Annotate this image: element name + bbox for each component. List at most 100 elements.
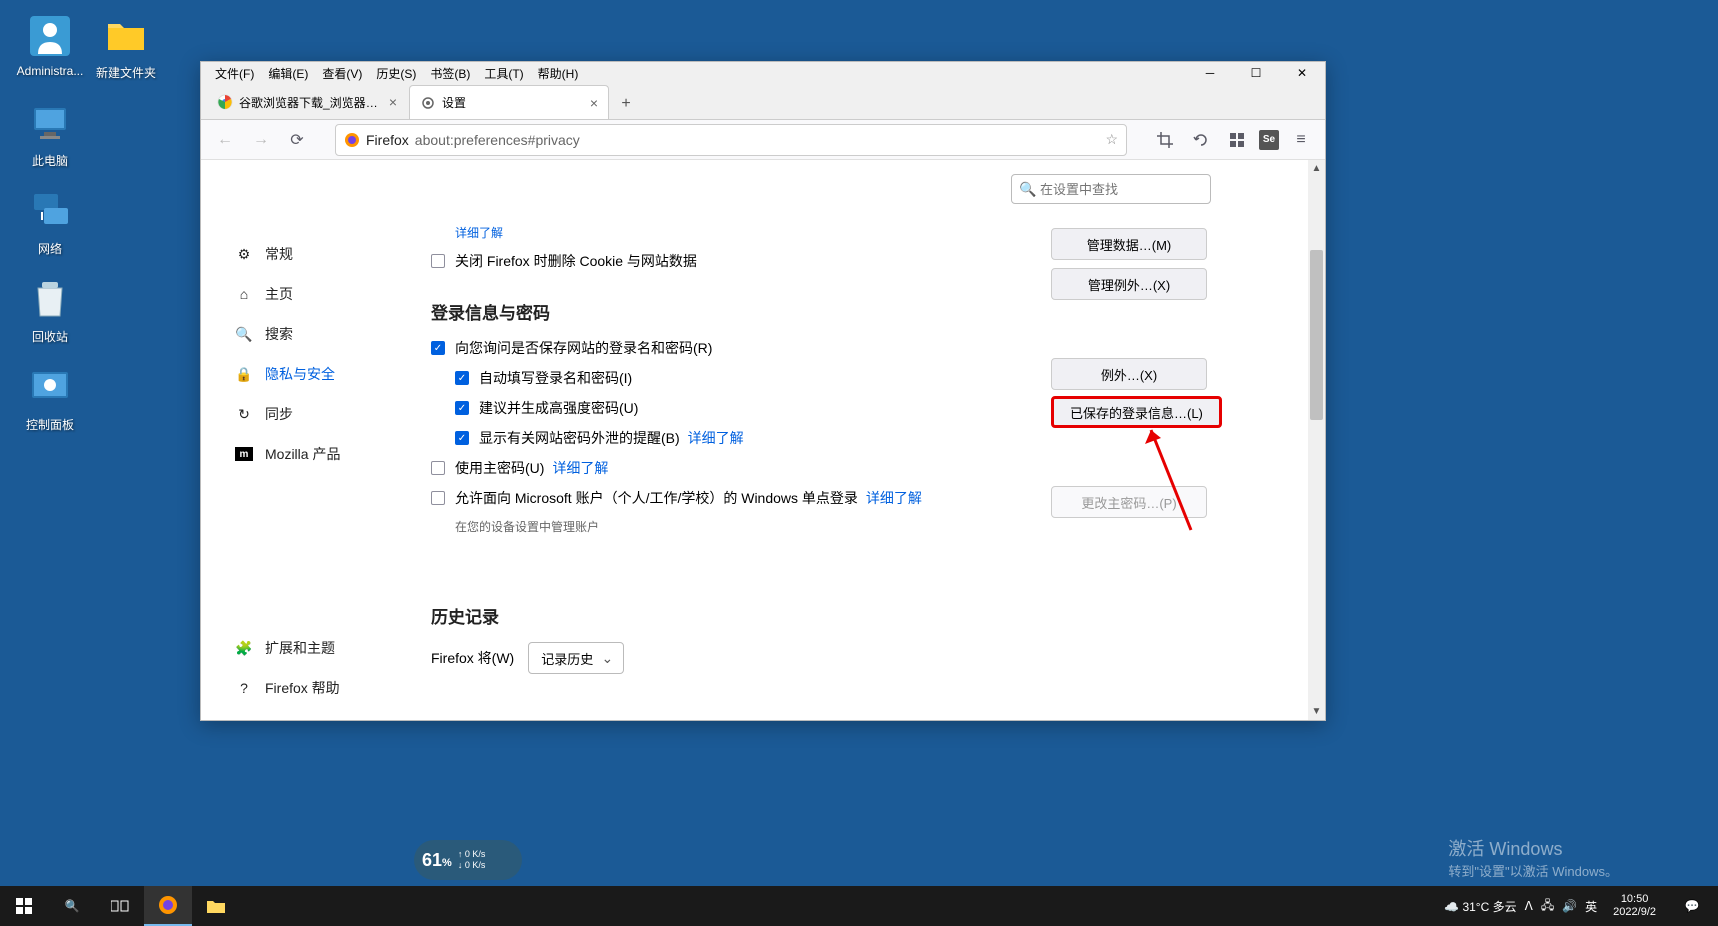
task-view-button[interactable] [96,886,144,926]
tray-network-icon[interactable]: 🖧 [1541,896,1554,917]
forward-button[interactable]: → [247,126,275,154]
checkbox-ask-save[interactable]: ✓ [431,341,445,355]
window-maximize[interactable]: ☐ [1233,62,1279,84]
mozilla-icon: m [235,447,253,461]
close-icon[interactable]: × [590,95,598,111]
firefox-window: 文件(F) 编辑(E) 查看(V) 历史(S) 书签(B) 工具(T) 帮助(H… [200,61,1326,721]
sidebar-item-home[interactable]: ⌂ 主页 [225,276,411,312]
crop-icon[interactable] [1151,126,1179,154]
settings-main: 详细了解 管理数据…(M) 关闭 Firefox 时删除 Cookie 与网站数… [411,160,1325,720]
manage-data-button[interactable]: 管理数据…(M) [1051,228,1207,260]
sso-learn-more[interactable]: 详细了解 [866,488,922,508]
windows-watermark: 激活 Windows 转到"设置"以激活 Windows。 [1448,835,1618,880]
checkbox-clear-cookies[interactable] [431,254,445,268]
checkbox-ms-sso[interactable] [431,491,445,505]
window-close[interactable]: ✕ [1279,62,1325,84]
scroll-thumb[interactable] [1310,250,1323,420]
lock-icon: 🔒 [235,365,253,383]
menu-icon[interactable]: ≡ [1287,126,1315,154]
back-button[interactable]: ← [211,126,239,154]
search-button[interactable]: 🔍 [48,886,96,926]
checkbox-master-password[interactable] [431,461,445,475]
close-icon[interactable]: × [389,94,397,110]
desktop-icon-folder[interactable]: 新建文件夹 [88,12,164,81]
grid-icon[interactable] [1223,126,1251,154]
sidebar-item-general[interactable]: ⚙ 常规 [225,236,411,272]
recycle-icon [26,276,74,324]
desktop-icon-controlpanel[interactable]: 控制面板 [12,364,88,433]
settings-sidebar: ⚙ 常规 ⌂ 主页 🔍 搜索 🔒 隐私与安全 ↻ 同步 m Mozilla 产品 [201,160,411,720]
search-icon: 🔍 [235,325,253,343]
reload-button[interactable]: ⟳ [283,126,311,154]
new-tab-button[interactable]: + [611,89,641,119]
checkbox-breach-alerts[interactable]: ✓ [455,431,469,445]
start-button[interactable] [0,886,48,926]
chrome-icon [217,94,233,110]
tab-settings[interactable]: 设置 × [409,85,609,119]
tray-chevron[interactable]: ᐱ [1525,899,1533,913]
menu-edit[interactable]: 编辑(E) [262,63,314,84]
change-master-button: 更改主密码…(P) [1051,486,1207,518]
menu-tools[interactable]: 工具(T) [478,63,529,84]
sidebar-item-help[interactable]: ? Firefox 帮助 [225,670,350,706]
history-mode-dropdown[interactable]: 记录历史 [528,642,624,674]
menu-file[interactable]: 文件(F) [209,63,260,84]
ime-indicator[interactable]: 英 [1585,898,1597,915]
clock[interactable]: 10:50 2022/9/2 [1605,893,1664,919]
toolbar: ← → ⟳ Firefox about:preferences#privacy … [201,120,1325,160]
sidebar-item-sync[interactable]: ↻ 同步 [225,396,411,432]
folder-icon [102,12,150,60]
menubar: 文件(F) 编辑(E) 查看(V) 历史(S) 书签(B) 工具(T) 帮助(H… [201,62,1325,84]
sidebar-item-privacy[interactable]: 🔒 隐私与安全 [225,356,411,392]
sidebar-item-mozilla[interactable]: m Mozilla 产品 [225,436,411,472]
desktop-icon-recycle[interactable]: 回收站 [12,276,88,345]
action-center-icon[interactable]: 💬 [1672,886,1712,926]
desktop-icon-admin[interactable]: Administra... [12,12,88,78]
menu-history[interactable]: 历史(S) [370,63,422,84]
history-heading: 历史记录 [431,603,1265,628]
weather-widget[interactable]: ☁️ 31°C 多云 [1444,898,1516,915]
scroll-up-icon[interactable]: ▲ [1308,160,1325,177]
scrollbar[interactable]: ▲ ▼ [1308,160,1325,720]
master-learn-more[interactable]: 详细了解 [552,458,608,478]
tab-chrome-download[interactable]: 谷歌浏览器下载_浏览器官网入口 × [207,85,407,119]
user-icon [26,12,74,60]
selenium-icon[interactable]: Se [1259,130,1279,150]
desktop-icon-network[interactable]: 网络 [12,188,88,257]
bookmark-star-icon[interactable]: ☆ [1105,131,1118,148]
manage-exceptions-button[interactable]: 管理例外…(X) [1051,268,1207,300]
sync-icon: ↻ [235,405,253,423]
gear-icon [420,95,436,111]
content-area: 🔍 ⚙ 常规 ⌂ 主页 🔍 搜索 🔒 隐私与安全 ↻ 同步 [201,160,1325,720]
control-panel-icon [26,364,74,412]
saved-logins-button[interactable]: 已保存的登录信息…(L) [1051,396,1222,428]
menu-view[interactable]: 查看(V) [316,63,368,84]
menu-bookmarks[interactable]: 书签(B) [424,63,476,84]
taskbar-firefox[interactable] [144,886,192,926]
firefox-icon [344,132,360,148]
pc-icon [26,100,74,148]
network-meter[interactable]: 61% ↑ 0 K/s ↓ 0 K/s [414,840,522,880]
home-icon: ⌂ [235,285,253,303]
scroll-down-icon[interactable]: ▼ [1308,703,1325,720]
menu-help[interactable]: 帮助(H) [532,63,585,84]
help-icon: ? [235,679,253,697]
taskbar-explorer[interactable] [192,886,240,926]
sidebar-item-extensions[interactable]: 🧩 扩展和主题 [225,630,350,666]
undo-icon[interactable] [1187,126,1215,154]
checkbox-suggest-strong[interactable]: ✓ [455,401,469,415]
puzzle-icon: 🧩 [235,639,253,657]
tray-volume-icon[interactable]: 🔊 [1562,899,1577,913]
window-minimize[interactable]: ─ [1187,62,1233,84]
url-bar[interactable]: Firefox about:preferences#privacy ☆ [335,124,1127,156]
exceptions-button[interactable]: 例外…(X) [1051,358,1207,390]
tab-bar: 谷歌浏览器下载_浏览器官网入口 × 设置 × + [201,84,1325,120]
logins-heading: 登录信息与密码 [431,299,1265,324]
network-icon [26,188,74,236]
breach-learn-more[interactable]: 详细了解 [688,428,744,448]
desktop-icon-thispc[interactable]: 此电脑 [12,100,88,169]
checkbox-autofill[interactable]: ✓ [455,371,469,385]
device-settings-sub: 在您的设备设置中管理账户 [455,518,1265,535]
sidebar-item-search[interactable]: 🔍 搜索 [225,316,411,352]
taskbar: 🔍 ☁️ 31°C 多云 ᐱ 🖧 🔊 英 10:50 2022/9/2 💬 [0,886,1718,926]
